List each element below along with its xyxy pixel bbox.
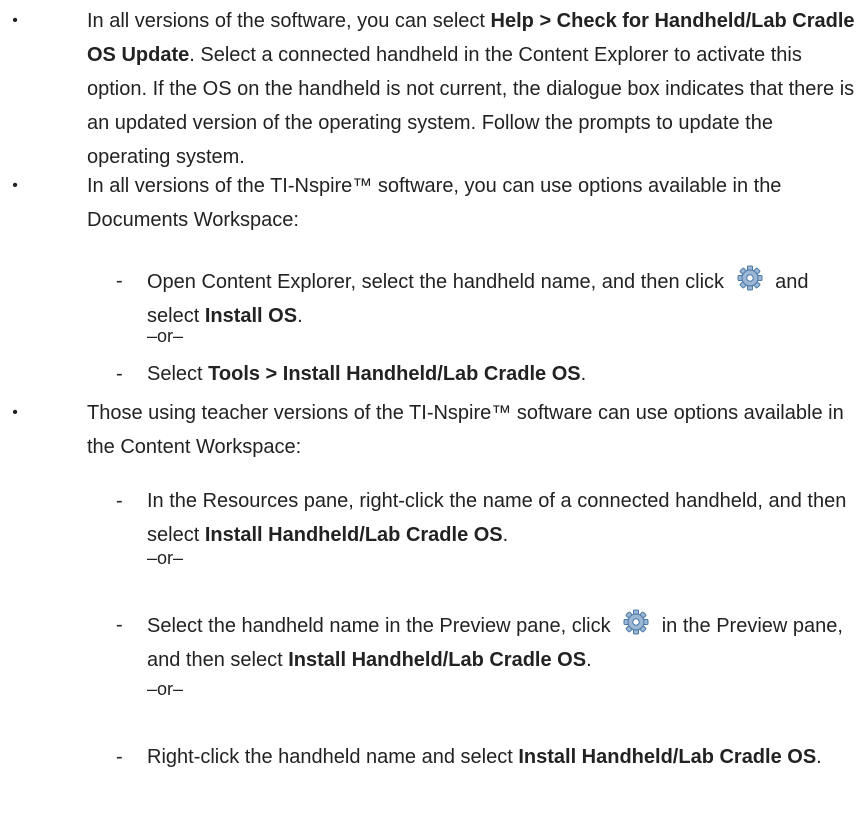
bullet-marker: • — [12, 12, 18, 29]
gear-icon — [736, 264, 764, 292]
bullet-2-sub-1: Open Content Explorer, select the handhe… — [147, 264, 857, 333]
bullet-2-paragraph: In all versions of the TI-Nspire™ softwa… — [87, 175, 782, 231]
install-os-label: Install Handheld/Lab Cradle OS — [288, 649, 587, 671]
bullet-3-sub-3: Right-click the handheld name and select… — [147, 740, 857, 774]
sub-text: . — [297, 305, 303, 327]
install-os-label: Install OS — [204, 305, 298, 327]
bullet-1-text-a: In all versions of the software, you can… — [87, 10, 491, 32]
sub-text: Select the handheld name in the Preview … — [147, 615, 617, 637]
bullet-3-sub-1: In the Resources pane, right-click the n… — [147, 484, 857, 552]
bullet-1-paragraph: In all versions of the software, you can… — [87, 4, 857, 174]
or-separator: –or– — [147, 679, 184, 699]
bullet-1-text-b: . Select a connected handheld in the Con… — [87, 44, 855, 168]
sub-text: Select — [147, 363, 209, 385]
sub-text: Open Content Explorer, select the handhe… — [147, 271, 730, 293]
sub-text: . — [586, 649, 592, 671]
or-separator: –or– — [147, 326, 184, 346]
sub-text: . — [816, 746, 822, 768]
bullet-2-sub-2: Select Tools > Install Handheld/Lab Crad… — [147, 357, 857, 391]
menu-path-install-os: Tools > Install Handheld/Lab Cradle OS — [208, 363, 581, 385]
sub-text: . — [502, 524, 509, 546]
dash-marker: - — [116, 363, 123, 385]
bullet-3-paragraph: Those using teacher versions of the TI-N… — [87, 402, 844, 458]
sub-text: Right-click the handheld name and select — [147, 746, 519, 768]
bullet-marker: • — [12, 404, 18, 421]
sub-text: . — [580, 363, 587, 385]
document-page: • In all versions of the software, you c… — [0, 0, 863, 815]
dash-marker: - — [116, 746, 123, 768]
bullet-3-sub-2: Select the handheld name in the Preview … — [147, 608, 857, 677]
gear-icon — [622, 608, 650, 636]
bullet-marker: • — [12, 177, 18, 194]
install-os-label: Install Handheld/Lab Cradle OS — [204, 524, 503, 546]
install-os-label: Install Handheld/Lab Cradle OS — [518, 746, 817, 768]
dash-marker: - — [116, 270, 123, 292]
or-separator: –or– — [147, 548, 184, 568]
dash-marker: - — [116, 490, 123, 512]
dash-marker: - — [116, 614, 123, 636]
